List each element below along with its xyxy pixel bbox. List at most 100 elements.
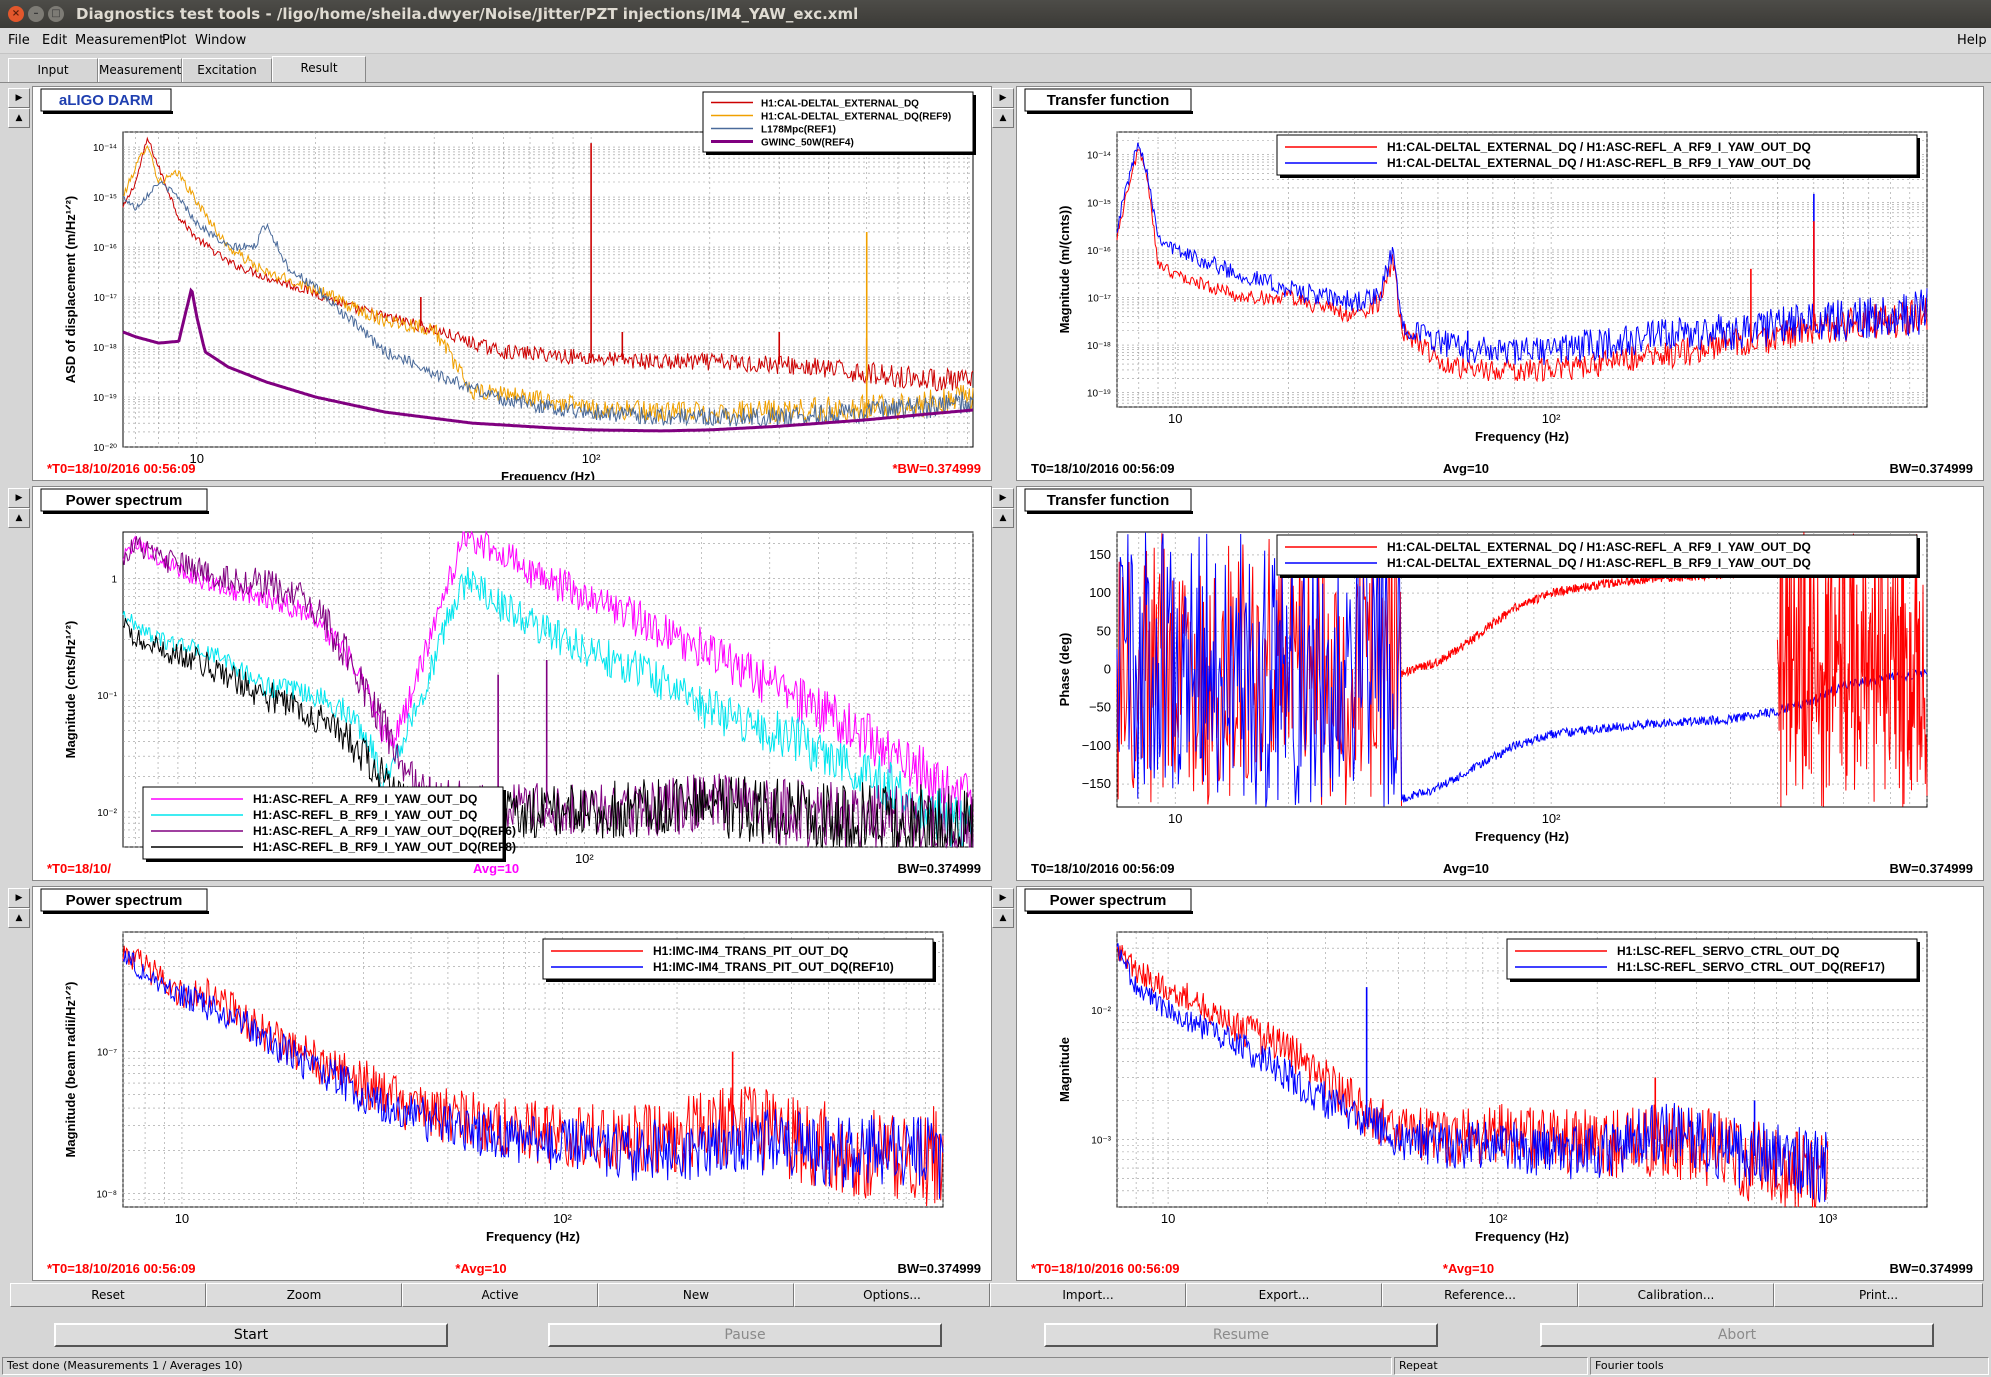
maximize-window-icon[interactable]: □	[48, 6, 64, 22]
menu-bar: File Edit Measurement Plot Window Help	[0, 28, 1991, 54]
menu-edit[interactable]: Edit	[42, 33, 67, 48]
resume-button[interactable]: Resume	[1044, 1323, 1438, 1347]
reset-button[interactable]: Reset	[10, 1283, 206, 1307]
close-window-icon[interactable]: ×	[8, 6, 24, 22]
panel-up-arrow-icon[interactable]: ▲	[8, 108, 30, 128]
footer-avg: Avg=10	[1443, 861, 1489, 876]
chart-svg[interactable]: 10 10²10⁻²⁰10⁻¹⁹10⁻¹⁸10⁻¹⁷10⁻¹⁶10⁻¹⁵10⁻¹⁴…	[33, 87, 992, 481]
new-button[interactable]: New	[598, 1283, 794, 1307]
menu-help[interactable]: Help	[1957, 33, 1987, 48]
panel-right-arrow-icon[interactable]: ▶	[8, 88, 30, 108]
import-button[interactable]: Import...	[990, 1283, 1186, 1307]
y-tick-label: 10⁻²⁰	[93, 443, 117, 454]
x-tick-label: 10²	[1489, 1211, 1508, 1226]
abort-button[interactable]: Abort	[1540, 1323, 1934, 1347]
plot-panel-3[interactable]: 10² 10⁻² 10⁻¹ 1 Magnitude (cnts/Hz¹ᐟ²) Power …	[32, 486, 992, 881]
plot-title-box: Power spectrum	[40, 888, 209, 914]
plot-panel-1[interactable]: 10 10² 10⁻²⁰ 10⁻¹⁹ 10⁻¹⁸ 10⁻¹⁷ 10⁻¹⁶ 10⁻¹⁵ 10⁻¹⁴…	[32, 86, 992, 481]
tab-excitation[interactable]: Excitation	[182, 58, 272, 82]
y-tick-label: 10⁻¹⁶	[93, 243, 117, 254]
legend-entry: H1:CAL-DELTAL_EXTERNAL_DQ / H1:ASC-REFL_…	[1387, 540, 1811, 554]
legend-entry: H1:CAL-DELTAL_EXTERNAL_DQ / H1:ASC-REFL_…	[1387, 140, 1811, 154]
panel-scroll-arrows: ▶ ▲	[992, 888, 1014, 928]
chart-svg[interactable]: 10 10² 10⁻⁸ 10⁻⁷ Frequency (Hz) Magnitude (be…	[33, 887, 992, 1281]
y-tick-label: 10⁻¹⁹	[1087, 389, 1111, 400]
panel-up-arrow-icon[interactable]: ▲	[992, 908, 1014, 928]
x-axis-label: Frequency (Hz)	[486, 1229, 580, 1244]
footer-t0: *T0=18/10/2016 00:56:09	[47, 461, 196, 476]
print-button[interactable]: Print...	[1774, 1283, 1983, 1307]
plot-title: Transfer function	[1047, 492, 1170, 509]
panel-right-arrow-icon[interactable]: ▶	[992, 888, 1014, 908]
x-tick-label: 10²	[1542, 411, 1561, 426]
plot-panel-6[interactable]: 10 10² 10³ 10⁻³ 10⁻² Frequency (Hz) Magnitude P…	[1016, 886, 1984, 1281]
status-bar: Test done (Measurements 1 / Averages 10)…	[0, 1355, 1991, 1377]
panel-right-arrow-icon[interactable]: ▶	[8, 488, 30, 508]
reference-button[interactable]: Reference...	[1382, 1283, 1578, 1307]
y-tick-label: 10⁻¹⁷	[1088, 293, 1112, 304]
pause-button[interactable]: Pause	[548, 1323, 942, 1347]
legend[interactable]: H1:ASC-REFL_A_RF9_I_YAW_OUT_DQ H1:ASC-REF…	[142, 786, 516, 862]
legend[interactable]: H1:CAL-DELTAL_EXTERNAL_DQ / H1:ASC-REFL_…	[1276, 534, 1920, 578]
legend[interactable]: H1:CAL-DELTAL_EXTERNAL_DQ H1:CAL-DELTAL_E…	[702, 91, 976, 155]
legend-entry: H1:IMC-IM4_TRANS_PIT_OUT_DQ(REF10)	[653, 960, 894, 974]
status-tool: Fourier tools	[1590, 1357, 1989, 1375]
legend[interactable]: H1:LSC-REFL_SERVO_CTRL_OUT_DQ H1:LSC-REFL…	[1506, 938, 1920, 982]
legend-entry: H1:CAL-DELTAL_EXTERNAL_DQ / H1:ASC-REFL_…	[1387, 156, 1811, 170]
footer-bw: BW=0.374999	[898, 1261, 981, 1276]
start-button[interactable]: Start	[54, 1323, 448, 1347]
zoom-button[interactable]: Zoom	[206, 1283, 402, 1307]
x-tick-label: 10²	[553, 1211, 572, 1226]
panel-right-arrow-icon[interactable]: ▶	[992, 88, 1014, 108]
x-tick-label: 10	[1161, 1211, 1175, 1226]
legend[interactable]: H1:CAL-DELTAL_EXTERNAL_DQ / H1:ASC-REFL_…	[1276, 134, 1920, 178]
chart-svg[interactable]: 10 10² −150 −100 −50 0 50 100 150 Frequency (Hz) P…	[1017, 487, 1984, 881]
legend-entry: H1:IMC-IM4_TRANS_PIT_OUT_DQ	[653, 944, 848, 958]
export-button[interactable]: Export...	[1186, 1283, 1382, 1307]
active-button[interactable]: Active	[402, 1283, 598, 1307]
legend[interactable]: H1:IMC-IM4_TRANS_PIT_OUT_DQ H1:IMC-IM4_TR…	[542, 938, 936, 982]
y-tick-label: 50	[1097, 623, 1111, 638]
legend-entry: H1:LSC-REFL_SERVO_CTRL_OUT_DQ(REF17)	[1617, 960, 1885, 974]
y-axis-label: ASD of displacement (m/Hz¹ᐟ²)	[63, 196, 78, 384]
legend-entry: L178Mpc(REF1)	[761, 125, 836, 136]
footer-t0: *T0=18/10/	[47, 861, 111, 876]
panel-right-arrow-icon[interactable]: ▶	[992, 488, 1014, 508]
minimize-window-icon[interactable]: –	[28, 6, 44, 22]
panel-up-arrow-icon[interactable]: ▲	[992, 508, 1014, 528]
plot-panel-5[interactable]: 10 10² 10⁻⁸ 10⁻⁷ Frequency (Hz) Magnitude (be…	[32, 886, 992, 1281]
panel-scroll-arrows: ▶ ▲	[992, 88, 1014, 128]
chart-svg[interactable]: 10 10² 10⁻¹⁹ 10⁻¹⁸ 10⁻¹⁷ 10⁻¹⁶ 10⁻¹⁵ 10⁻¹⁴ Frequ…	[1017, 87, 1984, 481]
panel-up-arrow-icon[interactable]: ▲	[8, 908, 30, 928]
plot-panel-4[interactable]: 10 10² −150 −100 −50 0 50 100 150 Frequency (Hz) P…	[1016, 486, 1984, 881]
chart-svg[interactable]: 10 10² 10³ 10⁻³ 10⁻² Frequency (Hz) Magnitude P…	[1017, 887, 1984, 1281]
y-tick-label: 100	[1089, 585, 1111, 600]
panel-right-arrow-icon[interactable]: ▶	[8, 888, 30, 908]
y-tick-label: 10⁻²	[97, 808, 117, 819]
plot-button-row: Reset Zoom Active New Options... Import.…	[10, 1283, 1983, 1307]
tab-input[interactable]: Input	[8, 58, 98, 82]
plot-panel-2[interactable]: 10 10² 10⁻¹⁹ 10⁻¹⁸ 10⁻¹⁷ 10⁻¹⁶ 10⁻¹⁵ 10⁻¹⁴ Frequ…	[1016, 86, 1984, 481]
y-tick-label: 0	[1104, 662, 1111, 677]
panel-scroll-arrows: ▶ ▲	[8, 488, 30, 528]
x-tick-label: 10	[175, 1211, 189, 1226]
plot-title-box: Power spectrum	[40, 488, 209, 514]
status-message: Test done (Measurements 1 / Averages 10)	[2, 1357, 1392, 1375]
calibration-button[interactable]: Calibration...	[1578, 1283, 1774, 1307]
status-mode: Repeat	[1394, 1357, 1588, 1375]
menu-plot[interactable]: Plot	[162, 33, 187, 48]
options-button[interactable]: Options...	[794, 1283, 990, 1307]
y-tick-label: 150	[1089, 547, 1111, 562]
menu-window[interactable]: Window	[195, 33, 246, 48]
menu-measurement[interactable]: Measurement	[75, 33, 164, 48]
panel-up-arrow-icon[interactable]: ▲	[992, 108, 1014, 128]
menu-file[interactable]: File	[8, 33, 30, 48]
y-tick-label: 10⁻¹⁷	[94, 293, 118, 304]
panel-up-arrow-icon[interactable]: ▲	[8, 508, 30, 528]
tab-measurement[interactable]: Measurement	[98, 58, 182, 82]
tab-result[interactable]: Result	[272, 56, 366, 82]
y-tick-label: 10⁻¹⁴	[93, 143, 117, 154]
footer-bw: BW=0.374999	[1890, 861, 1973, 876]
y-tick-label: 10⁻¹⁵	[93, 193, 117, 204]
chart-svg[interactable]: 10² 10⁻² 10⁻¹ 1 Magnitude (cnts/Hz¹ᐟ²) Power …	[33, 487, 992, 881]
